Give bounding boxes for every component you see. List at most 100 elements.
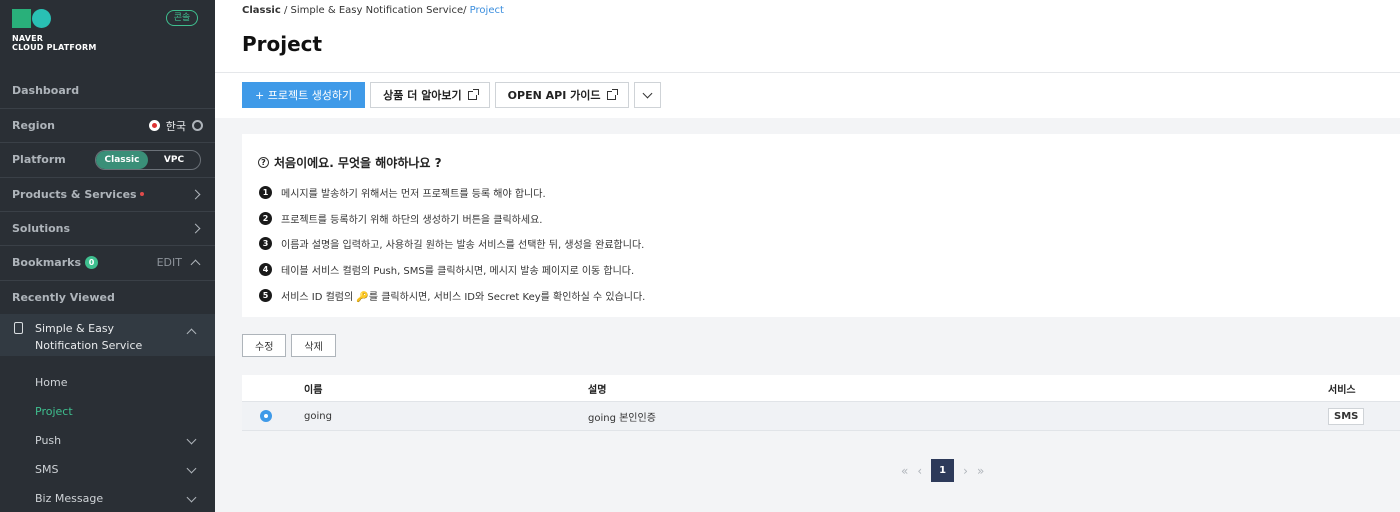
sidebar-item-solutions[interactable]: Solutions [0,211,215,245]
console-badge[interactable]: 콘솔 [166,10,198,26]
sidebar-item-recently-viewed[interactable]: Recently Viewed [0,280,215,314]
logo-area: NAVER CLOUD PLATFORM 콘솔 [0,0,215,72]
chevron-down-icon[interactable] [186,434,197,445]
chevron-down-icon[interactable] [186,463,197,474]
sidebar-service-header[interactable]: Simple & Easy Notification Service [0,314,215,356]
chevron-down-icon [642,88,652,98]
bookmarks-edit-link[interactable]: EDIT [157,256,182,269]
platform-toggle[interactable]: Classic VPC [95,149,201,170]
step-number-icon: 4 [259,263,272,276]
sidebar-item-label: Recently Viewed [12,291,115,304]
korea-flag-icon [148,120,160,131]
row-select-radio[interactable] [260,410,272,422]
chevron-up-icon[interactable] [190,259,201,270]
service-name: Simple & Easy Notification Service [35,322,143,352]
table-actions: 수정 삭제 [242,334,336,357]
guide-step: 4 테이블 서비스 컬럼의 Push, SMS를 클릭하시면, 메시지 발송 페… [259,262,634,277]
sidebar-item-dashboard[interactable]: Dashboard [0,73,215,107]
new-indicator-dot [139,191,144,196]
cell-name: going [304,410,332,422]
naver-cloud-logo[interactable] [12,9,52,29]
sidebar-sub-item-sms[interactable]: SMS [35,463,58,476]
chevron-up-icon[interactable] [186,328,197,339]
sidebar-item-label: Dashboard [12,83,80,97]
page-number-current[interactable]: 1 [931,459,955,482]
step-number-icon: 2 [259,212,272,225]
project-table: 이름 설명 서비스 going going 본인인증 SMS [242,375,1400,431]
breadcrumb-root[interactable]: Classic [242,5,281,16]
logo-text-naver: NAVER [12,34,44,43]
sidebar: NAVER CLOUD PLATFORM 콘솔 Dashboard Region… [0,0,215,512]
sidebar-sub-item-biz-message[interactable]: Biz Message [35,492,103,505]
sidebar-item-label: Products & Services [12,188,137,201]
logo-square [12,9,31,28]
getting-started-guide: ? 처음이에요. 무엇을 해야하나요 ? 1 메시지를 발송하기 위해서는 먼저… [242,134,1400,317]
breadcrumb-current: Project [469,5,504,16]
prev-page-icon[interactable]: ‹ [917,464,922,478]
external-link-icon [467,88,479,100]
step-number-icon: 5 [259,289,272,302]
breadcrumb-separator: / [283,5,288,16]
breadcrumb-service[interactable]: Simple & Easy Notification Service [291,5,464,16]
chevron-down-icon[interactable] [186,492,197,503]
step-text: 이름과 설명을 입력하고, 사용하길 원하는 발송 서비스를 선택한 뒤, 생성… [281,240,645,251]
sidebar-item-region[interactable]: Region 한국 [0,108,215,142]
pagination: « ‹ 1 › » [901,459,984,482]
guide-step: 5 서비스 ID 컬럼의 🔑를 클릭하시면, 서비스 ID와 Secret Ke… [259,288,645,303]
sidebar-item-label: Solutions [12,222,71,235]
region-value: 한국 [165,119,186,133]
guide-step: 2 프로젝트를 등록하기 위해 하단의 생성하기 버튼을 클릭하세요. [259,211,542,226]
step-number-icon: 1 [259,186,272,199]
breadcrumb-separator: / [463,5,467,16]
learn-more-button[interactable]: 상품 더 알아보기 [370,82,490,108]
sidebar-sub-item-project[interactable]: Project [35,405,73,418]
platform-option-classic[interactable]: Classic [96,150,148,169]
mobile-device-icon [14,322,23,334]
step-number-icon: 3 [259,237,272,250]
platform-option-vpc[interactable]: VPC [148,151,200,169]
step-text: 테이블 서비스 컬럼의 Push, SMS를 클릭하시면, 메시지 발송 페이지… [281,266,635,277]
delete-button[interactable]: 삭제 [291,334,336,357]
gear-icon[interactable] [192,120,203,131]
last-page-icon[interactable]: » [977,464,984,478]
sidebar-item-platform: Platform Classic VPC [0,142,215,176]
learn-more-label: 상품 더 알아보기 [383,89,462,102]
sidebar-sub-item-home[interactable]: Home [35,376,67,389]
column-header-name[interactable]: 이름 [304,375,322,401]
step-text: 서비스 ID 컬럼의 🔑를 클릭하시면, 서비스 ID와 Secret Key를… [281,292,646,303]
sidebar-item-label: Platform [12,153,66,166]
column-header-service[interactable]: 서비스 [1328,375,1356,401]
first-page-icon[interactable]: « [901,464,908,478]
main-content: Classic / Simple & Easy Notification Ser… [215,0,1400,512]
api-guide-button[interactable]: OPEN API 가이드 [494,82,629,108]
sidebar-item-label: Region [12,119,55,132]
more-dropdown-button[interactable] [633,82,661,108]
logo-circle [32,9,51,28]
guide-title-text: 처음이에요. 무엇을 해야하나요 ? [274,156,442,170]
cell-description: going 본인인증 [588,412,656,424]
guide-title: ? 처음이에요. 무엇을 해야하나요 ? [258,154,442,171]
divider [215,72,1400,73]
chevron-right-icon [190,223,201,234]
sidebar-item-bookmarks[interactable]: Bookmarks 0 EDIT [0,245,215,279]
sidebar-sub-item-push[interactable]: Push [35,434,61,447]
chevron-right-icon [190,189,201,200]
breadcrumb: Classic / Simple & Easy Notification Ser… [242,5,504,16]
guide-step: 3 이름과 설명을 입력하고, 사용하길 원하는 발송 서비스를 선택한 뒤, … [259,236,644,251]
sidebar-item-label: Bookmarks [12,256,81,269]
toolbar: + 프로젝트 생성하기 상품 더 알아보기 OPEN API 가이드 [242,82,661,108]
column-header-description[interactable]: 설명 [588,375,606,401]
create-project-button[interactable]: + 프로젝트 생성하기 [242,82,366,108]
step-text: 메시지를 발송하기 위해서는 먼저 프로젝트를 등록 해야 합니다. [281,189,546,200]
guide-step: 1 메시지를 발송하기 위해서는 먼저 프로젝트를 등록 해야 합니다. [259,185,546,200]
step-text: 프로젝트를 등록하기 위해 하단의 생성하기 버튼을 클릭하세요. [281,215,543,226]
next-page-icon[interactable]: › [963,464,968,478]
table-row[interactable]: going going 본인인증 SMS [242,402,1400,431]
service-tag-sms[interactable]: SMS [1328,407,1365,425]
logo-text-cloud-platform: CLOUD PLATFORM [12,43,97,52]
region-selector[interactable]: 한국 [148,118,203,134]
table-header: 이름 설명 서비스 [242,375,1400,402]
edit-button[interactable]: 수정 [242,334,287,357]
question-icon: ? [258,157,269,168]
sidebar-item-products[interactable]: Products & Services [0,177,215,211]
